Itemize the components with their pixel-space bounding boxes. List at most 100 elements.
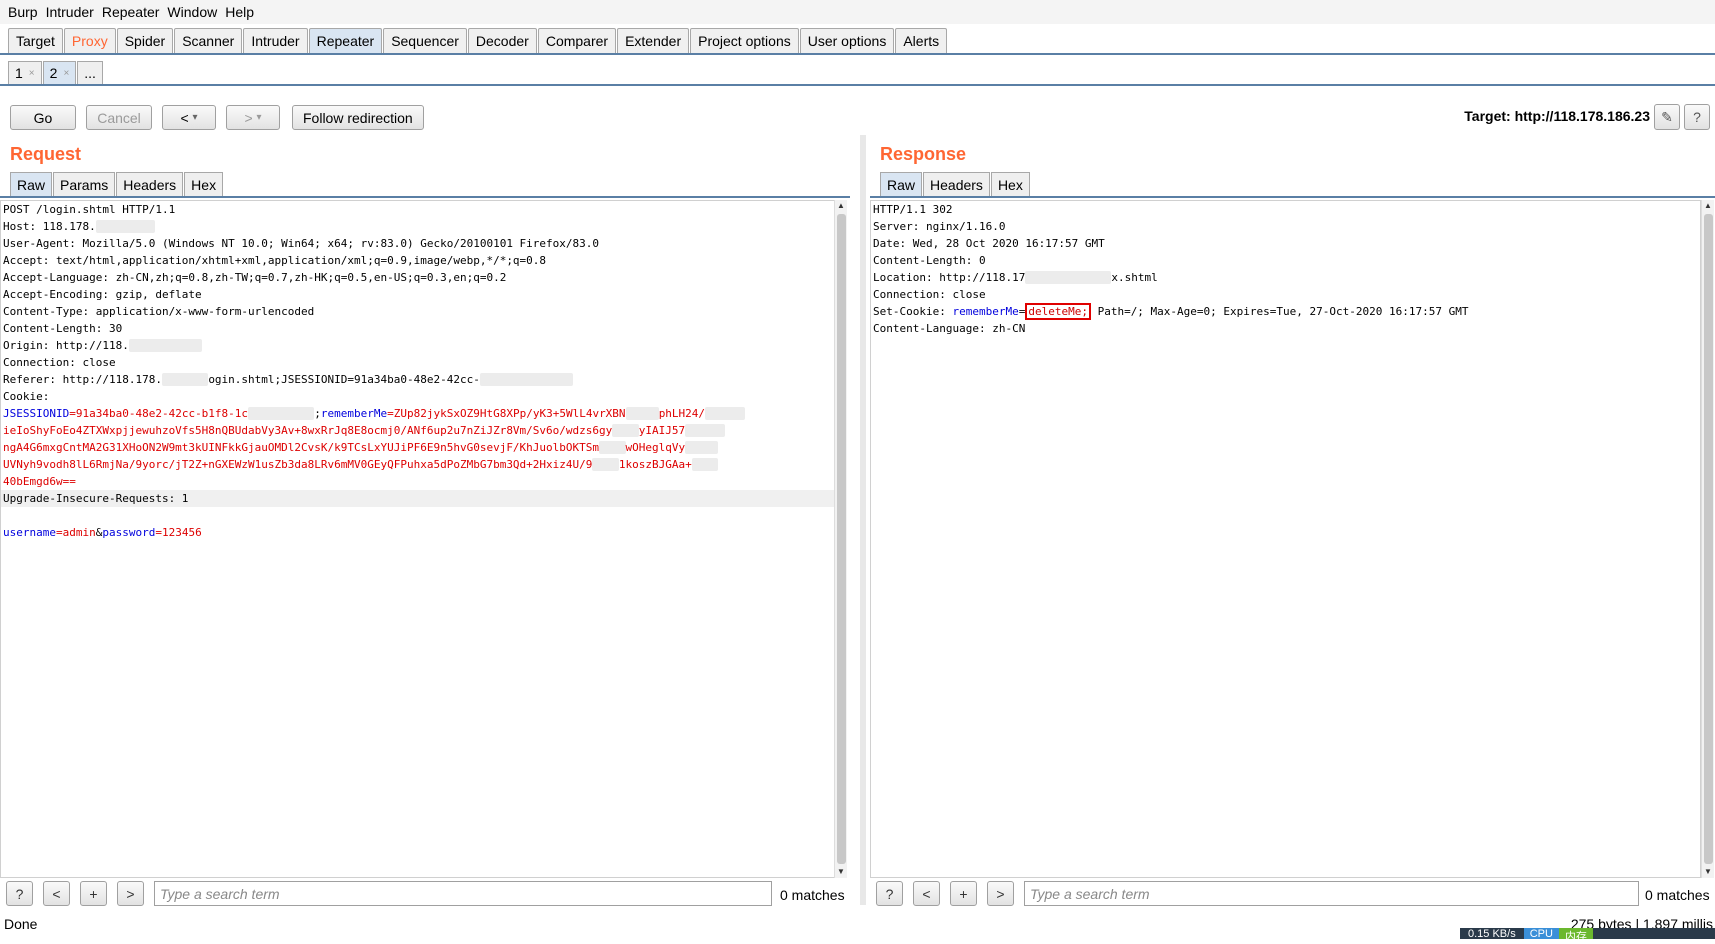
response-tab-headers[interactable]: Headers xyxy=(923,172,990,197)
scroll-up-icon[interactable]: ▲ xyxy=(835,200,847,212)
request-tab-line xyxy=(0,196,850,198)
request-line: Accept-Language: zh-CN,zh;q=0.8,zh-TW;q=… xyxy=(3,271,507,284)
response-editor[interactable]: HTTP/1.1 302 Server: nginx/1.16.0 Date: … xyxy=(870,200,1701,878)
request-line: Content-Length: 30 xyxy=(3,322,123,335)
tab-project-options[interactable]: Project options xyxy=(690,28,799,53)
split-divider[interactable] xyxy=(860,135,866,905)
response-scrollbar[interactable]: ▲ ▼ xyxy=(1701,200,1714,878)
subtab-label: 1 xyxy=(15,65,23,81)
request-tab-hex[interactable]: Hex xyxy=(184,172,224,197)
scroll-down-icon[interactable]: ▼ xyxy=(1702,866,1714,878)
request-line: User-Agent: Mozilla/5.0 (Windows NT 10.0… xyxy=(3,237,600,250)
response-search-bar: ? < + > Type a search term xyxy=(876,881,1639,906)
follow-redirection-button[interactable]: Follow redirection xyxy=(292,105,424,130)
cancel-button[interactable]: Cancel xyxy=(86,105,152,130)
request-search-input[interactable]: Type a search term xyxy=(154,881,772,906)
forward-button[interactable]: > ▾ xyxy=(226,105,280,130)
search-help-button[interactable]: ? xyxy=(6,881,33,906)
response-tab-line xyxy=(870,196,1715,198)
edit-target-button[interactable]: ✎ xyxy=(1654,104,1680,130)
go-button[interactable]: Go xyxy=(10,105,76,130)
subtab-1[interactable]: 1 × xyxy=(8,61,42,84)
status-text: Done xyxy=(4,916,38,932)
set-cookie-line: Set-Cookie: rememberMe= deleteMe; Path=/;… xyxy=(873,303,1469,320)
cookie-line: UVNyh9vodh8lL6RmjNa/9yorc/jT2Z+nGXEWzW1u… xyxy=(1,456,835,473)
request-body: username=admin&password=123456 xyxy=(3,526,202,539)
response-tab-hex[interactable]: Hex xyxy=(990,172,1030,197)
request-title: Request xyxy=(10,144,82,164)
scroll-thumb[interactable] xyxy=(1704,214,1713,864)
tab-extender[interactable]: Extender xyxy=(617,28,690,53)
request-matches: 0 matches xyxy=(780,887,845,903)
scroll-down-icon[interactable]: ▼ xyxy=(835,866,847,878)
back-button[interactable]: < ▾ xyxy=(162,105,216,130)
request-tab-headers[interactable]: Headers xyxy=(116,172,184,197)
search-add-button[interactable]: + xyxy=(950,881,977,906)
tab-target[interactable]: Target xyxy=(8,28,63,53)
search-next-button[interactable]: > xyxy=(987,881,1014,906)
subtab-more[interactable]: ... xyxy=(77,61,103,84)
close-icon[interactable]: × xyxy=(63,68,69,79)
memory-indicator: 内存 xyxy=(1558,928,1593,943)
response-title: Response xyxy=(880,144,967,164)
tab-intruder[interactable]: Intruder xyxy=(243,28,308,53)
scroll-up-icon[interactable]: ▲ xyxy=(1702,200,1714,212)
search-add-button[interactable]: + xyxy=(80,881,107,906)
back-icon: < xyxy=(180,109,189,126)
menu-repeater[interactable]: Repeater xyxy=(102,4,160,20)
menu-window[interactable]: Window xyxy=(167,4,217,20)
response-tabs: Raw Headers Hex xyxy=(880,172,1031,197)
request-search-bar: ? < + > Type a search term xyxy=(6,881,772,906)
delete-me-value: deleteMe; xyxy=(1028,305,1088,318)
response-search-input[interactable]: Type a search term xyxy=(1024,881,1639,906)
menu-bar: Burp Intruder Repeater Window Help xyxy=(0,0,1715,24)
request-scrollbar[interactable]: ▲ ▼ xyxy=(834,200,847,878)
response-line: Server: nginx/1.16.0 xyxy=(873,220,1006,233)
cookie-line: JSESSIONID=91a34ba0-48e2-42cc-b1f8-1cxxx… xyxy=(1,405,835,422)
tab-decoder[interactable]: Decoder xyxy=(467,28,537,53)
cookie-line: ngA4G6mxgCntMA2G31XHoON2W9mt3kUINFkkGjau… xyxy=(1,439,835,456)
scroll-thumb[interactable] xyxy=(837,214,846,864)
cpu-indicator: CPU xyxy=(1523,928,1559,940)
search-next-button[interactable]: > xyxy=(117,881,144,906)
pencil-icon: ✎ xyxy=(1661,108,1673,125)
help-button[interactable]: ? xyxy=(1684,104,1710,130)
cookie-line: 40bEmgd6w== xyxy=(3,475,76,488)
subtab-2[interactable]: 2 × xyxy=(42,61,77,84)
tab-divider xyxy=(0,53,1715,55)
tab-proxy[interactable]: Proxy xyxy=(63,28,116,53)
main-tabs: Target Proxy Spider Scanner Intruder Rep… xyxy=(8,28,948,54)
search-prev-button[interactable]: < xyxy=(913,881,940,906)
tab-spider[interactable]: Spider xyxy=(116,28,174,53)
system-monitor: 0.15 KB/s CPU 内存 xyxy=(1460,928,1715,943)
tab-alerts[interactable]: Alerts xyxy=(895,28,948,53)
help-icon: ? xyxy=(1693,109,1701,125)
request-tab-raw[interactable]: Raw xyxy=(10,172,53,197)
request-line: POST /login.shtml HTTP/1.1 xyxy=(3,203,176,216)
request-editor[interactable]: POST /login.shtml HTTP/1.1 Host: 118.178… xyxy=(0,200,836,878)
request-tab-params[interactable]: Params xyxy=(53,172,116,197)
tab-comparer[interactable]: Comparer xyxy=(537,28,617,53)
request-line: Accept-Encoding: gzip, deflate xyxy=(3,288,202,301)
close-icon[interactable]: × xyxy=(29,68,35,79)
request-line: Host: 118.178.xxxxxxxxx xyxy=(1,218,835,235)
subtab-divider xyxy=(0,84,1715,86)
search-help-button[interactable]: ? xyxy=(876,881,903,906)
search-prev-button[interactable]: < xyxy=(43,881,70,906)
tab-user-options[interactable]: User options xyxy=(799,28,895,53)
request-line: Origin: http://118.xxxxxxxxxxx xyxy=(1,337,835,354)
tab-sequencer[interactable]: Sequencer xyxy=(383,28,467,53)
response-matches: 0 matches xyxy=(1645,887,1710,903)
forward-icon: > xyxy=(244,109,253,126)
menu-help[interactable]: Help xyxy=(225,4,254,20)
request-line: Cookie: xyxy=(3,390,50,403)
response-line: Date: Wed, 28 Oct 2020 16:17:57 GMT xyxy=(873,237,1105,250)
response-line: Location: http://118.17xxxxxxxxxxxxxx.sh… xyxy=(873,271,1158,284)
menu-burp[interactable]: Burp xyxy=(8,4,38,20)
cookie-line: ieIoShyFoEo4ZTXWxpjjewuhzoVfs5H8nQBUdabV… xyxy=(1,422,835,439)
menu-intruder[interactable]: Intruder xyxy=(46,4,94,20)
tab-repeater[interactable]: Repeater xyxy=(308,28,383,53)
tab-scanner[interactable]: Scanner xyxy=(174,28,243,53)
response-tab-raw[interactable]: Raw xyxy=(880,172,923,197)
